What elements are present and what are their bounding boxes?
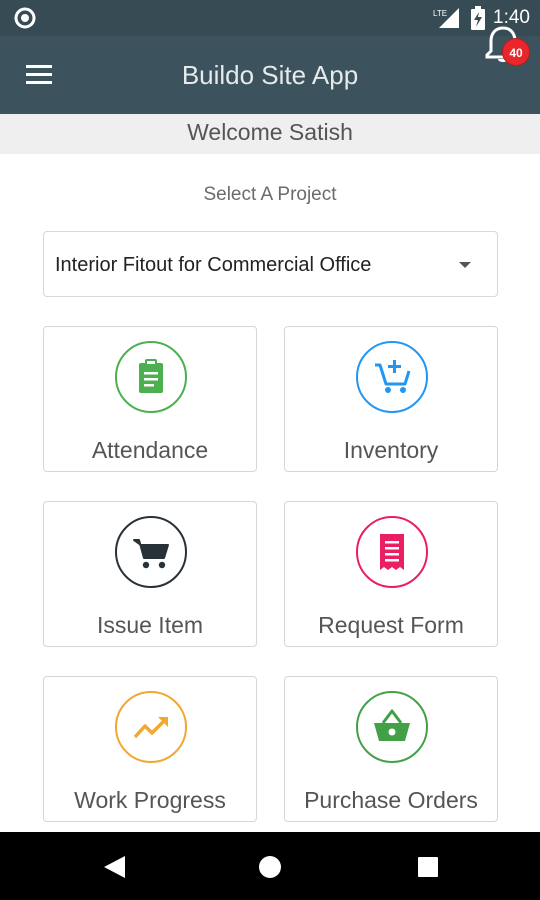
tile-request-form[interactable]: Request Form — [284, 501, 498, 647]
back-triangle-icon[interactable] — [99, 852, 129, 882]
tile-work-progress[interactable]: Work Progress — [43, 676, 257, 822]
app-title: Buildo Site App — [181, 60, 359, 90]
tile-label-request-form: Request Form — [318, 612, 464, 638]
status-bar: LTE 1:40 — [0, 0, 540, 36]
tile-issue-item[interactable]: Issue Item — [43, 501, 257, 647]
system-nav-bar — [0, 832, 540, 900]
clipboard-icon — [115, 341, 187, 413]
select-project-label: Select A Project — [203, 184, 337, 205]
svg-text:LTE: LTE — [433, 9, 447, 18]
receipt-icon — [356, 516, 428, 588]
project-dropdown[interactable]: Interior Fitout for Commercial Office — [43, 231, 498, 297]
shopping-cart-icon — [115, 516, 187, 588]
signal-icon: LTE — [433, 8, 460, 28]
tile-label-attendance: Attendance — [91, 437, 209, 463]
trending-up-icon — [115, 691, 187, 763]
add-to-cart-icon — [356, 341, 428, 413]
tile-purchase-orders[interactable]: Purchase Orders — [284, 676, 498, 822]
chevron-down-icon — [459, 262, 471, 268]
tile-label-issue-item: Issue Item — [96, 612, 204, 638]
welcome-text: Welcome Satish — [187, 119, 353, 145]
basket-icon — [356, 691, 428, 763]
notification-badge[interactable]: 40 — [502, 38, 530, 66]
project-selected-value: Interior Fitout for Commercial Office — [55, 254, 372, 276]
tile-attendance[interactable]: Attendance — [43, 326, 257, 472]
tile-label-inventory: Inventory — [343, 437, 439, 463]
circle-notification-icon — [14, 7, 36, 29]
app-bar: Buildo Site App — [0, 36, 540, 114]
home-circle-icon[interactable] — [255, 852, 285, 882]
tile-label-work-progress: Work Progress — [74, 787, 226, 813]
tile-label-purchase-orders: Purchase Orders — [304, 787, 478, 813]
recent-apps-square-icon[interactable] — [413, 852, 443, 882]
welcome-banner: Welcome Satish — [0, 114, 540, 154]
tile-inventory[interactable]: Inventory — [284, 326, 498, 472]
